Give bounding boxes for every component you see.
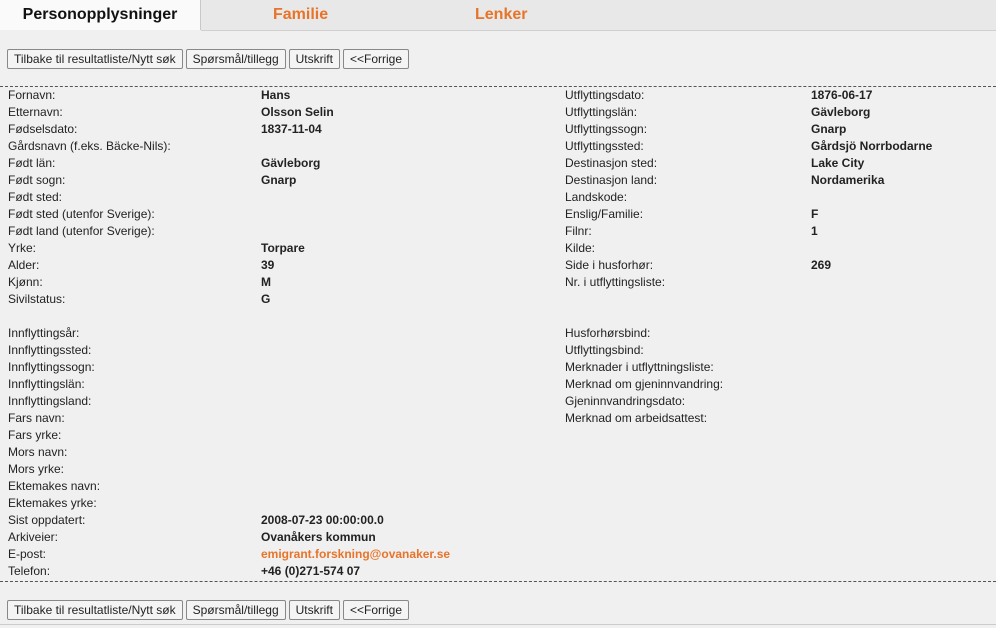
previous-button[interactable]: <<Forrige [342,49,410,69]
field-label: Fars yrke: [8,428,62,442]
field-value: +46 (0)271-574 07 [261,564,361,578]
field-label: Destinasjon sted: [565,156,658,170]
field-value: G [261,292,271,306]
field-value: 269 [811,258,832,272]
field-label: Innflyttingsår: [8,326,80,340]
field-value: 1837-11-04 [261,122,322,136]
field-label: Utflyttingsdato: [565,88,645,102]
question-button[interactable]: Spørsmål/tillegg [185,600,286,620]
tab-lenker[interactable]: Lenker [475,0,527,30]
field-label: Fornavn: [8,88,56,102]
field-value: Olsson Selin [261,105,334,119]
field-value: Gnarp [261,173,297,187]
field-label: Født sted (utenfor Sverige): [8,207,155,221]
field-value: Gävleborg [811,105,871,119]
field-label: Sist oppdatert: [8,513,86,527]
field-value: Ovanåkers kommun [261,530,376,544]
field-label: E-post: [8,547,47,561]
field-value: Nordamerika [811,173,885,187]
email-link[interactable]: emigrant.forskning@ovanaker.se [261,546,450,563]
field-value: Lake City [811,156,865,170]
field-label: Kilde: [565,241,596,255]
field-value: 1876-06-17 [811,88,873,102]
field-label: Alder: [8,258,40,272]
field-label: Merknad om gjeninnvandring: [565,377,724,391]
field-label: Ektemakes navn: [8,479,101,493]
field-value: Hans [261,88,291,102]
back-to-results-button[interactable]: Tilbake til resultatliste/Nytt søk [7,600,183,620]
field-label: Utflyttingssted: [565,139,644,153]
field-value: Gävleborg [261,156,321,170]
field-value: Torpare [261,241,305,255]
field-label: Merknad om arbeidsattest: [565,411,708,425]
print-button[interactable]: Utskrift [288,49,340,69]
tab-personopplysninger[interactable]: Personopplysninger [0,0,201,30]
field-value: M [261,275,271,289]
field-label: Yrke: [8,241,37,255]
tab-familie[interactable]: Familie [273,0,328,30]
question-button[interactable]: Spørsmål/tillegg [185,49,286,69]
field-label: Innflyttingslän: [8,377,85,391]
field-label: Destinasjon land: [565,173,658,187]
field-label: Side i husforhør: [565,258,654,272]
field-label: Nr. i utflyttingsliste: [565,275,666,289]
page-bottom-border [0,624,996,625]
field-label: Arkiveier: [8,530,59,544]
field-label: Utflyttingslän: [565,105,638,119]
print-button[interactable]: Utskrift [288,600,340,620]
field-label: Landskode: [565,190,628,204]
field-label: Innflyttingssted: [8,343,92,357]
divider-bottom [0,581,996,582]
toolbar-top: Tilbake til resultatliste/Nytt søk Spørs… [7,49,410,69]
tab-bar: Personopplysninger Familie Lenker [0,0,996,30]
field-label: Utflyttingssogn: [565,122,648,136]
field-label: Sivilstatus: [8,292,66,306]
field-label: Født sted: [8,190,63,204]
field-label: Født län: [8,156,56,170]
field-value: Gårdsjö Norrbodarne [811,139,933,153]
field-label: Født land (utenfor Sverige): [8,224,155,238]
field-label: Gårdsnavn (f.eks. Bäcke-Nils): [8,139,171,153]
field-label: Innflyttingssogn: [8,360,95,374]
field-label: Etternavn: [8,105,63,119]
field-label: Født sogn: [8,173,66,187]
tab-divider [201,30,996,31]
field-label: Merknader i utflyttningsliste: [565,360,714,374]
field-label: Kjønn: [8,275,43,289]
field-label: Telefon: [8,564,51,578]
previous-button[interactable]: <<Forrige [342,600,410,620]
field-label: Fars navn: [8,411,65,425]
field-value: Gnarp [811,122,847,136]
field-value: F [811,207,819,221]
field-value: 2008-07-23 00:00:00.0 [261,513,384,527]
field-label: Mors navn: [8,445,68,459]
toolbar-bottom: Tilbake til resultatliste/Nytt søk Spørs… [7,600,410,620]
field-label: Ektemakes yrke: [8,496,97,510]
field-label: Fødselsdato: [8,122,78,136]
field-label: Enslig/Familie: [565,207,644,221]
field-label: Filnr: [565,224,592,238]
field-label: Innflyttingsland: [8,394,92,408]
field-label: Gjeninnvandringsdato: [565,394,686,408]
back-to-results-button[interactable]: Tilbake til resultatliste/Nytt søk [7,49,183,69]
field-value: 39 [261,258,275,272]
field-label: Utflyttingsbind: [565,343,644,357]
field-label: Mors yrke: [8,462,65,476]
field-value: 1 [811,224,818,238]
field-label: Husforhørsbind: [565,326,651,340]
